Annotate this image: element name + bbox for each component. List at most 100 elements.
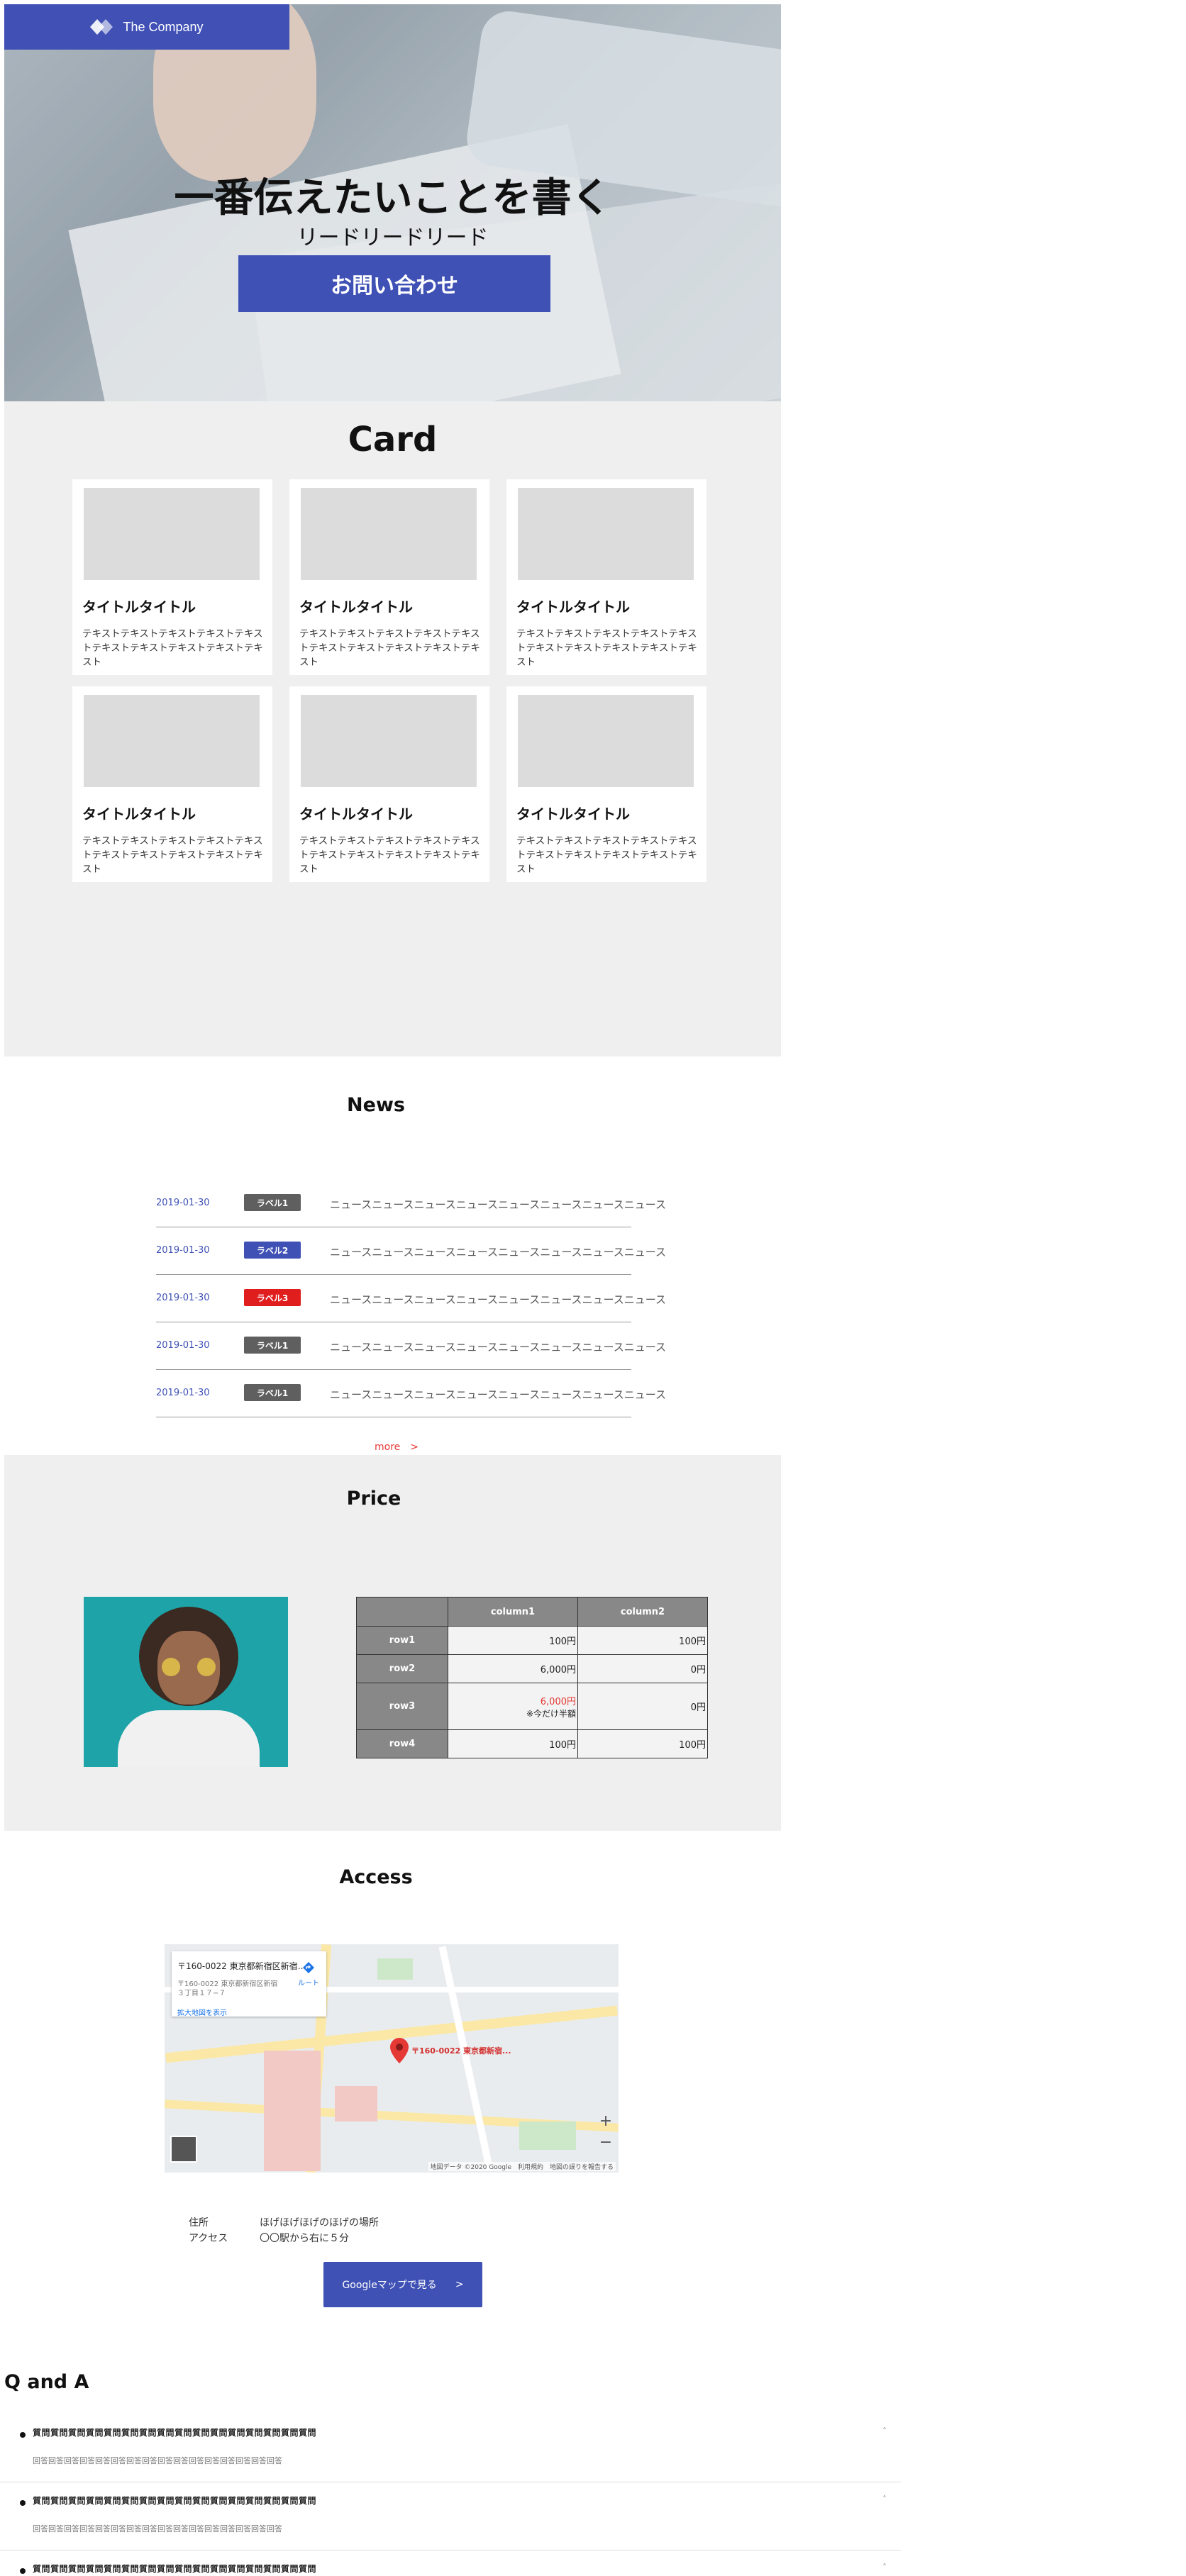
news-title: News xyxy=(347,1094,405,1116)
card-title: タイトルタイトル xyxy=(516,805,630,823)
chevron-up-icon[interactable]: ˄ xyxy=(882,2494,887,2504)
row-header: row2 xyxy=(356,1654,448,1683)
news-item[interactable]: 2019-01-30 ラベル1 ニュースニュースニュースニュースニュースニュース… xyxy=(156,1180,666,1227)
logo-icon xyxy=(90,19,116,35)
address-value: ほげほげほげのほげの場所 xyxy=(260,2217,379,2229)
card[interactable]: タイトルタイトル テキストテキストテキストテキストテキストテキストテキストテキス… xyxy=(289,479,489,675)
map-enlarge-link[interactable]: 拡大地図を表示 xyxy=(177,2007,227,2017)
column-header: column1 xyxy=(448,1597,578,1627)
qa-question[interactable]: 質問質問質問質問質問質問質問質問質問質問質問質問質問質問質問質問 xyxy=(33,2563,316,2575)
news-label-badge: ラベル1 xyxy=(244,1384,301,1401)
chevron-up-icon[interactable]: ˄ xyxy=(882,2563,887,2572)
access-title: Access xyxy=(339,1866,413,1888)
qa-question[interactable]: 質問質問質問質問質問質問質問質問質問質問質問質問質問質問質問質問 xyxy=(33,2426,316,2438)
map-road xyxy=(438,1946,494,2171)
news-label-badge: ラベル2 xyxy=(244,1242,301,1259)
row-header: row1 xyxy=(356,1626,448,1655)
card[interactable]: タイトルタイトル テキストテキストテキストテキストテキストテキストテキストテキス… xyxy=(506,686,706,882)
news-more-link[interactable]: more > xyxy=(375,1439,419,1454)
news-text: ニュースニュースニュースニュースニュースニュースニュースニュース xyxy=(330,1293,667,1306)
contact-button[interactable]: お問い合わせ xyxy=(238,255,550,312)
card[interactable]: タイトルタイトル テキストテキストテキストテキストテキストテキストテキストテキス… xyxy=(289,686,489,882)
qa-title: Q and A xyxy=(4,2371,89,2393)
news-date: 2019-01-30 xyxy=(156,1198,210,1208)
table-cell: 6,000円 xyxy=(448,1654,578,1683)
map-place-address: 〒160-0022 東京都新宿区新宿３丁目１７−７ xyxy=(177,1980,278,1997)
card-image xyxy=(84,488,260,580)
chevron-up-icon[interactable]: ˄ xyxy=(882,2426,887,2436)
table-row: row3 6,000円 ※今だけ半額 0円 xyxy=(356,1683,708,1730)
card-text: テキストテキストテキストテキストテキストテキストテキストテキストテキストテキスト xyxy=(299,835,480,875)
price-section: Price column1 column2 row1 100円 100円 row… xyxy=(4,1455,781,1831)
card-title: タイトルタイトル xyxy=(82,598,196,615)
qa-question[interactable]: 質問質問質問質問質問質問質問質問質問質問質問質問質問質問質問質問 xyxy=(33,2494,316,2507)
map-place-title: 〒160-0022 東京都新宿区新宿… xyxy=(177,1961,306,1971)
section-title: Price xyxy=(346,1488,401,1510)
map-info-card: 〒160-0022 東京都新宿区新宿… 〒160-0022 東京都新宿区新宿３丁… xyxy=(172,1951,326,2017)
map-area xyxy=(264,2051,321,2171)
bullet-icon xyxy=(20,2568,26,2574)
card-text: テキストテキストテキストテキストテキストテキストテキストテキストテキストテキスト xyxy=(516,628,697,668)
hero-lead: リードリードリード xyxy=(296,225,489,250)
card-image xyxy=(84,695,260,787)
news-label-badge: ラベル3 xyxy=(244,1289,301,1306)
photo-shape xyxy=(118,1710,260,1767)
table-row: row2 6,000円 0円 xyxy=(356,1654,708,1683)
price-table: column1 column2 row1 100円 100円 row2 6,00… xyxy=(356,1597,708,1758)
map-pin-label: 〒160-0022 東京都新宿... xyxy=(411,2046,511,2056)
directions-icon[interactable] xyxy=(302,1961,315,1974)
card-text: テキストテキストテキストテキストテキストテキストテキストテキストテキストテキスト xyxy=(82,628,263,668)
table-row: row1 100円 100円 xyxy=(356,1626,708,1655)
map-attribution: 地図データ ©2020 Google 利用規約 地図の誤りを報告する xyxy=(428,2162,616,2171)
table-cell: 6,000円 ※今だけ半額 xyxy=(448,1683,578,1730)
embedded-map[interactable]: 〒160-0022 東京都新宿区新宿… 〒160-0022 東京都新宿区新宿３丁… xyxy=(165,1944,619,2173)
news-item[interactable]: 2019-01-30 ラベル1 ニュースニュースニュースニュースニュースニュース… xyxy=(156,1322,666,1370)
news-item[interactable]: 2019-01-30 ラベル1 ニュースニュースニュースニュースニュースニュース… xyxy=(156,1370,666,1417)
news-text: ニュースニュースニュースニュースニュースニュースニュースニュース xyxy=(330,1388,667,1401)
logo-text: The Company xyxy=(123,19,204,34)
coin-shape xyxy=(162,1658,180,1676)
card-title: タイトルタイトル xyxy=(299,805,413,823)
map-layer-toggle[interactable] xyxy=(170,2136,197,2163)
access-key: アクセス xyxy=(189,2233,228,2244)
table-cell: 0円 xyxy=(577,1683,708,1730)
news-label-badge: ラベル1 xyxy=(244,1194,301,1211)
map-park xyxy=(377,1958,413,1980)
news-date: 2019-01-30 xyxy=(156,1388,210,1398)
card-title: タイトルタイトル xyxy=(516,598,630,615)
news-text: ニュースニュースニュースニュースニュースニュースニュースニュース xyxy=(330,1246,667,1259)
price-photo xyxy=(84,1597,288,1767)
logo[interactable]: The Company xyxy=(4,4,289,50)
table-row: row4 100円 100円 xyxy=(356,1729,708,1758)
card-title: タイトルタイトル xyxy=(82,805,196,823)
hero-section: The Company 一番伝えたいことを書く リードリードリード お問い合わせ xyxy=(4,4,781,401)
table-cell: 100円 xyxy=(448,1626,578,1655)
chevron-right-icon: > xyxy=(455,2279,464,2290)
card[interactable]: タイトルタイトル テキストテキストテキストテキストテキストテキストテキストテキス… xyxy=(506,479,706,675)
zoom-in-button[interactable]: + xyxy=(597,2113,614,2130)
access-value: 〇〇駅から右に５分 xyxy=(260,2233,349,2244)
table-cell: 0円 xyxy=(577,1654,708,1683)
card[interactable]: タイトルタイトル テキストテキストテキストテキストテキストテキストテキストテキス… xyxy=(72,686,272,882)
card-text: テキストテキストテキストテキストテキストテキストテキストテキストテキストテキスト xyxy=(516,835,697,875)
card-text: テキストテキストテキストテキストテキストテキストテキストテキストテキストテキスト xyxy=(299,628,480,668)
table-cell: 100円 xyxy=(577,1729,708,1758)
table-corner xyxy=(356,1597,448,1627)
card-image xyxy=(518,695,694,787)
card[interactable]: タイトルタイトル テキストテキストテキストテキストテキストテキストテキストテキス… xyxy=(72,479,272,675)
location-pin-icon[interactable] xyxy=(390,2038,409,2063)
google-maps-button[interactable]: Googleマップで見る > xyxy=(323,2262,482,2307)
zoom-out-button[interactable]: − xyxy=(597,2134,614,2151)
coin-shape xyxy=(197,1658,216,1676)
news-date: 2019-01-30 xyxy=(156,1293,210,1303)
news-item[interactable]: 2019-01-30 ラベル3 ニュースニュースニュースニュースニュースニュース… xyxy=(156,1275,666,1322)
card-image xyxy=(518,488,694,580)
discount-price: 6,000円 xyxy=(540,1696,576,1707)
card-section: Card タイトルタイトル テキストテキストテキストテキストテキストテキストテキ… xyxy=(4,401,781,1056)
row-header: row3 xyxy=(356,1683,448,1730)
news-text: ニュースニュースニュースニュースニュースニュースニュースニュース xyxy=(330,1198,667,1211)
directions-label[interactable]: ルート xyxy=(298,1977,319,1987)
qa-answer: 回答回答回答回答回答回答回答回答回答回答回答回答回答回答回答回答 xyxy=(33,2456,282,2465)
news-date: 2019-01-30 xyxy=(156,1245,210,1256)
news-item[interactable]: 2019-01-30 ラベル2 ニュースニュースニュースニュースニュースニュース… xyxy=(156,1227,666,1275)
